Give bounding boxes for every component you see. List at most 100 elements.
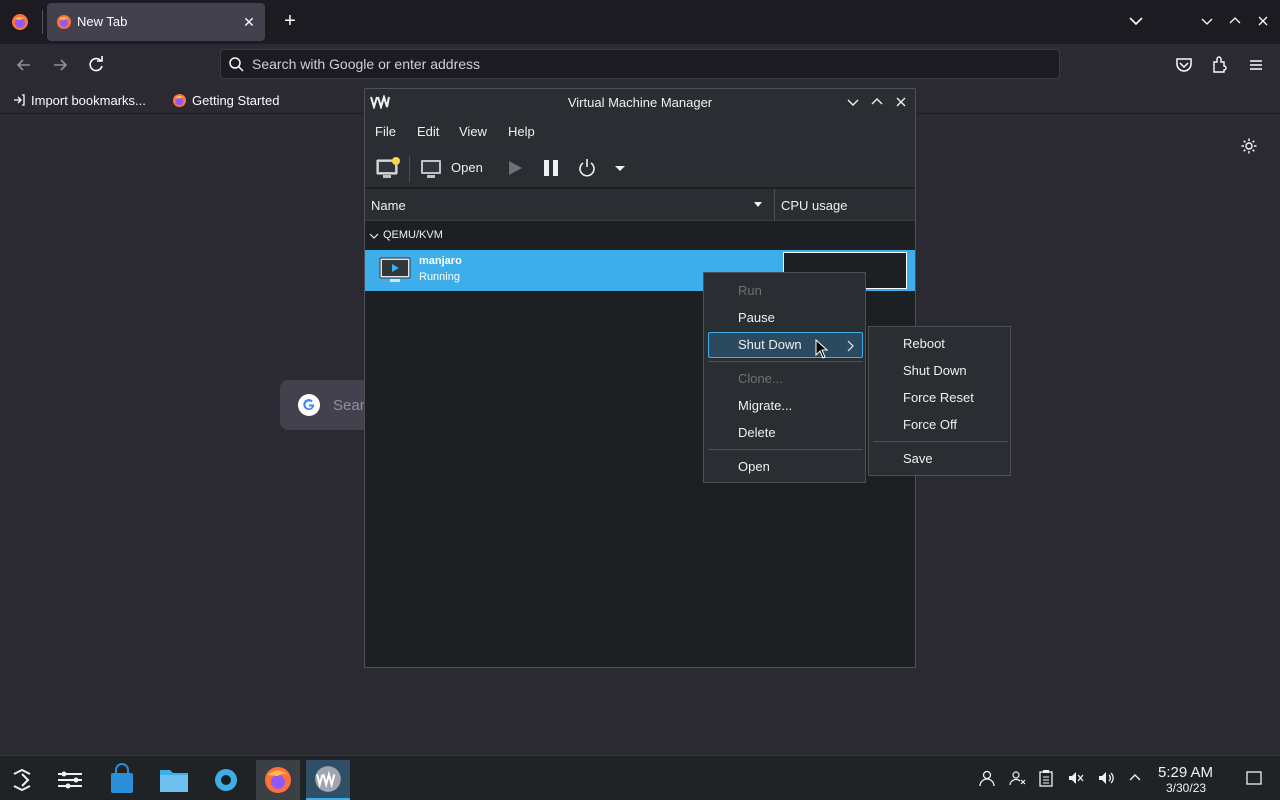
column-cpu-usage[interactable]: CPU usage: [781, 198, 847, 213]
menu-item-pause[interactable]: Pause: [708, 305, 863, 331]
back-icon[interactable]: [12, 53, 36, 77]
menu-item-label: Clone...: [738, 371, 783, 386]
play-icon[interactable]: [505, 156, 525, 180]
menu-separator: [708, 361, 863, 362]
tab-separator: [42, 10, 43, 34]
menu-item-open[interactable]: Open: [708, 454, 863, 480]
menu-item-shut-down[interactable]: Shut Down: [873, 358, 1008, 384]
power-icon[interactable]: [577, 156, 597, 180]
address-bar[interactable]: [220, 49, 1060, 79]
pause-icon[interactable]: [541, 156, 561, 180]
chevron-down-icon[interactable]: [369, 231, 379, 241]
menu-view[interactable]: View: [459, 124, 487, 139]
column-name[interactable]: Name: [371, 198, 406, 213]
sort-arrow-icon[interactable]: [753, 201, 763, 209]
list-all-tabs-icon[interactable]: [1125, 10, 1147, 32]
vm-context-menu: Run Pause Shut Down Clone... Migrate... …: [703, 272, 866, 483]
system-settings-gear-icon[interactable]: [204, 760, 248, 800]
import-icon: [14, 94, 25, 106]
close-tab-icon[interactable]: ✕: [239, 12, 259, 32]
clipboard-icon[interactable]: [1037, 769, 1055, 787]
maximize-icon[interactable]: [869, 94, 885, 110]
bookmark-import[interactable]: Import bookmarks...: [12, 91, 146, 109]
menu-item-save[interactable]: Save: [873, 446, 1008, 472]
discover-store-icon[interactable]: [100, 760, 144, 800]
firefox-icon: [57, 15, 71, 29]
new-vm-icon[interactable]: [375, 156, 401, 180]
taskbar: 5:29 AM 3/30/23: [0, 755, 1280, 800]
vmm-titlebar[interactable]: Virtual Machine Manager: [365, 89, 915, 116]
menu-item-label: Save: [903, 451, 933, 466]
extensions-icon[interactable]: [1208, 53, 1232, 77]
firefox-taskbar-icon[interactable]: [256, 760, 300, 800]
menu-separator: [873, 441, 1008, 442]
menu-item-delete[interactable]: Delete: [708, 420, 863, 446]
menu-item-migrate[interactable]: Migrate...: [708, 393, 863, 419]
menu-item-label: Migrate...: [738, 398, 793, 413]
bookmark-getting-started[interactable]: Getting Started: [172, 91, 279, 109]
bookmark-label: Getting Started: [192, 92, 280, 108]
clock-date[interactable]: 3/30/23: [1166, 781, 1206, 795]
address-input[interactable]: [252, 50, 1042, 78]
menu-help[interactable]: Help: [508, 124, 535, 139]
tab-title: New Tab: [77, 14, 128, 29]
menu-item-label: Delete: [738, 425, 776, 440]
menu-item-label: Pause: [738, 310, 775, 325]
shutdown-submenu: Reboot Shut Down Force Reset Force Off S…: [868, 326, 1011, 476]
menu-file[interactable]: File: [375, 124, 396, 139]
menu-item-label: Shut Down: [903, 363, 967, 378]
dropdown-arrow-icon[interactable]: [613, 156, 627, 180]
new-tab-button[interactable]: +: [278, 10, 302, 34]
menu-item-shut-down[interactable]: Shut Down: [708, 332, 863, 358]
reload-icon[interactable]: [84, 53, 108, 77]
volume-icon[interactable]: [1097, 769, 1115, 787]
browser-tab-bar: New Tab ✕ +: [0, 0, 1280, 44]
close-window-icon[interactable]: [1254, 12, 1272, 30]
search-icon: [229, 57, 244, 72]
forward-icon[interactable]: [48, 53, 72, 77]
minimize-icon[interactable]: [845, 94, 861, 110]
vm-monitor-icon: [379, 257, 411, 282]
connection-group[interactable]: QEMU/KVM: [365, 223, 915, 249]
menu-item-reboot[interactable]: Reboot: [873, 331, 1008, 357]
user-switch-icon[interactable]: [1008, 769, 1026, 787]
vm-status: Running: [419, 271, 460, 283]
menu-item-force-off[interactable]: Force Off: [873, 412, 1008, 438]
maximize-icon[interactable]: [1226, 12, 1244, 30]
hamburger-menu-icon[interactable]: [1244, 53, 1268, 77]
vm-name: manjaro: [419, 255, 462, 267]
clock-time[interactable]: 5:29 AM: [1158, 764, 1213, 781]
tab-new-tab[interactable]: New Tab ✕: [47, 3, 265, 41]
system-settings-icon[interactable]: [48, 760, 92, 800]
toolbar-separator: [409, 156, 410, 182]
app-launcher-icon[interactable]: [0, 760, 44, 800]
show-desktop-icon[interactable]: [1245, 769, 1263, 787]
pocket-icon[interactable]: [1172, 53, 1196, 77]
close-icon[interactable]: [893, 94, 909, 110]
gear-icon[interactable]: [1240, 137, 1258, 155]
firefox-menu-icon[interactable]: [11, 13, 29, 31]
menu-item-label: Force Off: [903, 417, 957, 432]
menu-item-clone[interactable]: Clone...: [708, 366, 863, 392]
vmm-taskbar-icon[interactable]: [306, 760, 350, 800]
column-divider[interactable]: [774, 189, 775, 221]
monitor-icon[interactable]: [419, 156, 443, 180]
menu-edit[interactable]: Edit: [417, 124, 439, 139]
user-icon[interactable]: [978, 769, 996, 787]
muted-volume-icon[interactable]: [1067, 769, 1085, 787]
minimize-icon[interactable]: [1198, 12, 1216, 30]
menu-separator: [708, 449, 863, 450]
menu-item-label: Force Reset: [903, 390, 974, 405]
menu-item-force-reset[interactable]: Force Reset: [873, 385, 1008, 411]
google-search-box[interactable]: Sear: [280, 380, 370, 430]
window-title: Virtual Machine Manager: [567, 95, 713, 110]
open-button[interactable]: Open: [451, 160, 483, 175]
connection-label: QEMU/KVM: [383, 229, 443, 241]
browser-nav-bar: [0, 44, 1280, 86]
vm-list-header: Name CPU usage: [365, 189, 915, 221]
google-icon: [298, 394, 320, 416]
mouse-cursor-icon: [815, 339, 829, 359]
file-manager-icon[interactable]: [152, 760, 196, 800]
chevron-up-icon[interactable]: [1126, 769, 1144, 787]
menu-item-run[interactable]: Run: [708, 278, 863, 304]
